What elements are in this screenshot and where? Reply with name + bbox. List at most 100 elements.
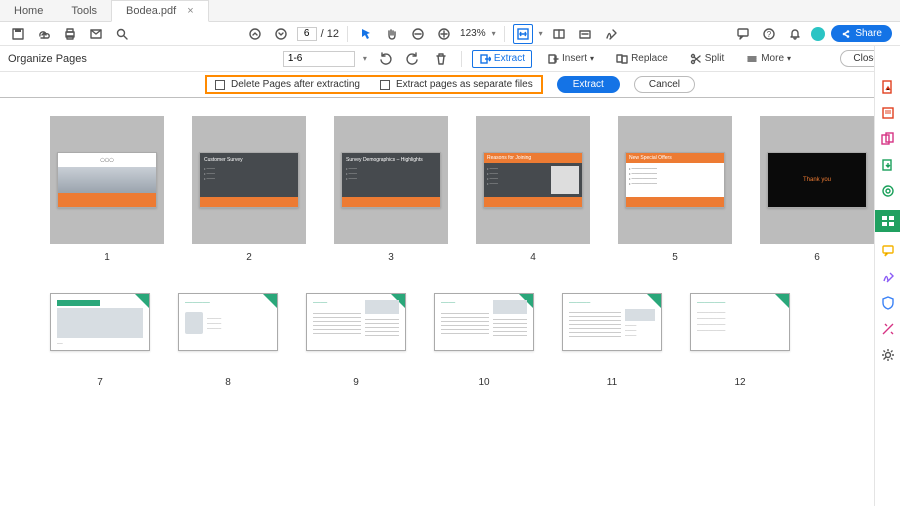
tab-file[interactable]: Bodea.pdf × — [111, 0, 209, 22]
more-tool[interactable]: More ▾ — [739, 50, 798, 68]
thumb-number: 7 — [97, 377, 103, 388]
thumb-number: 6 — [814, 252, 820, 263]
zoom-dropdown-icon[interactable]: ▾ — [492, 29, 496, 38]
edit-pdf-icon[interactable] — [881, 106, 895, 120]
thumb-number: 8 — [225, 377, 231, 388]
rotate-cw-icon[interactable] — [403, 49, 423, 69]
main-toolbar: / 12 123% ▾ ▾ ? Share — [0, 22, 900, 46]
read-mode-icon[interactable] — [549, 24, 569, 44]
extract-tool[interactable]: Extract — [472, 50, 532, 68]
avatar[interactable] — [811, 27, 825, 41]
page-down-icon[interactable] — [271, 24, 291, 44]
cloud-upload-icon[interactable] — [34, 24, 54, 44]
annotate-icon[interactable] — [575, 24, 595, 44]
save-icon[interactable] — [8, 24, 28, 44]
sign-icon[interactable] — [601, 24, 621, 44]
fill-sign-icon[interactable] — [881, 270, 895, 284]
page-range-input[interactable] — [283, 51, 355, 67]
split-tool[interactable]: Split — [683, 50, 731, 68]
redact-icon[interactable] — [881, 322, 895, 336]
fit-dropdown-icon[interactable]: ▾ — [539, 29, 543, 38]
export-icon[interactable] — [881, 158, 895, 172]
more-tools-icon[interactable] — [881, 348, 895, 362]
page-thumbnail[interactable]: Survey Demographics – Highlights• ───• ─… — [334, 116, 448, 244]
chevron-down-icon: ▾ — [787, 54, 791, 63]
optimize-icon[interactable] — [881, 184, 895, 198]
opt1-label: Delete Pages after extracting — [231, 79, 360, 90]
zoom-level: 123% — [460, 28, 486, 39]
trash-icon[interactable] — [431, 49, 451, 69]
thumb-col: ────────────────────────────────────────… — [690, 293, 790, 388]
search-icon[interactable] — [112, 24, 132, 44]
hand-icon[interactable] — [382, 24, 402, 44]
page-thumbnail[interactable]: ────────────────── — [562, 293, 662, 351]
rotate-ccw-icon[interactable] — [375, 49, 395, 69]
zoom-in-icon[interactable] — [434, 24, 454, 44]
checkbox-icon — [380, 80, 390, 90]
thumb-number: 3 — [388, 252, 394, 263]
tools-row: Organize Pages ▾ Extract Insert ▾ Replac… — [0, 46, 900, 72]
thumb-number: 10 — [478, 377, 489, 388]
close-icon[interactable]: × — [187, 5, 193, 17]
page-title: Organize Pages — [8, 53, 87, 65]
fit-width-icon[interactable] — [513, 24, 533, 44]
page-thumbnail[interactable]: ◯◯◯ — [50, 116, 164, 244]
thumb-number: 5 — [672, 252, 678, 263]
protect-icon[interactable] — [881, 296, 895, 310]
page-thumbnail[interactable]: Customer Survey• ───• ───• ─── — [192, 116, 306, 244]
thumb-col: Customer Survey• ───• ───• ─── 2 — [192, 116, 306, 263]
page-thumbnail[interactable]: New Special Offers• ─────────• ─────────… — [618, 116, 732, 244]
thumb-col: ── 7 — [50, 293, 150, 388]
thumb-col: ────────────────────── 8 — [178, 293, 278, 388]
chat-icon[interactable] — [733, 24, 753, 44]
page-thumbnail[interactable]: ────────────────────── — [178, 293, 278, 351]
separator — [347, 26, 348, 42]
tab-bar: Home Tools Bodea.pdf × — [0, 0, 900, 22]
insert-tool[interactable]: Insert ▾ — [540, 50, 601, 68]
thumb-col: New Special Offers• ─────────• ─────────… — [618, 116, 732, 263]
tab-file-label: Bodea.pdf — [126, 5, 176, 17]
cancel-button[interactable]: Cancel — [634, 76, 695, 93]
help-icon[interactable]: ? — [759, 24, 779, 44]
page-number-input[interactable] — [297, 27, 317, 41]
tab-tools[interactable]: Tools — [57, 1, 111, 21]
replace-label: Replace — [631, 53, 668, 64]
page-total: / 12 — [321, 28, 339, 40]
extract-label: Extract — [494, 53, 525, 64]
range-dropdown-icon[interactable]: ▾ — [363, 54, 367, 63]
page-thumbnail[interactable]: Thank you — [760, 116, 874, 244]
thumb-col: ──── 10 — [434, 293, 534, 388]
thumb-number: 11 — [607, 377, 617, 388]
insert-label: Insert — [562, 53, 587, 64]
share-label: Share — [855, 28, 882, 39]
delete-after-checkbox[interactable]: Delete Pages after extracting — [215, 79, 360, 90]
thumb-col: Survey Demographics – Highlights• ───• ─… — [334, 116, 448, 263]
thumb-number: 9 — [353, 377, 359, 388]
extract-button[interactable]: Extract — [557, 76, 620, 93]
page-thumbnail[interactable]: ──── — [434, 293, 534, 351]
organize-pages-icon[interactable] — [875, 210, 900, 232]
thumb-col: Thank you 6 — [760, 116, 874, 263]
checkbox-icon — [215, 80, 225, 90]
comment-icon[interactable] — [881, 244, 895, 258]
bell-icon[interactable] — [785, 24, 805, 44]
more-label: More — [761, 53, 784, 64]
thumb-number: 12 — [734, 377, 745, 388]
replace-tool[interactable]: Replace — [609, 50, 675, 68]
page-thumbnail[interactable]: ──── — [306, 293, 406, 351]
page-up-icon[interactable] — [245, 24, 265, 44]
pointer-icon[interactable] — [356, 24, 376, 44]
share-button[interactable]: Share — [831, 25, 892, 42]
mail-icon[interactable] — [86, 24, 106, 44]
thumb-number: 2 — [246, 252, 252, 263]
create-pdf-icon[interactable] — [881, 80, 895, 94]
separate-files-checkbox[interactable]: Extract pages as separate files — [380, 79, 533, 90]
separator — [504, 26, 505, 42]
page-thumbnail[interactable]: Reasons for Joining• ───• ───• ───• ─── — [476, 116, 590, 244]
page-thumbnail[interactable]: ── — [50, 293, 150, 351]
print-icon[interactable] — [60, 24, 80, 44]
tab-home[interactable]: Home — [0, 1, 57, 21]
page-thumbnail[interactable]: ────────────────────────────────────────… — [690, 293, 790, 351]
combine-icon[interactable] — [881, 132, 895, 146]
zoom-out-icon[interactable] — [408, 24, 428, 44]
